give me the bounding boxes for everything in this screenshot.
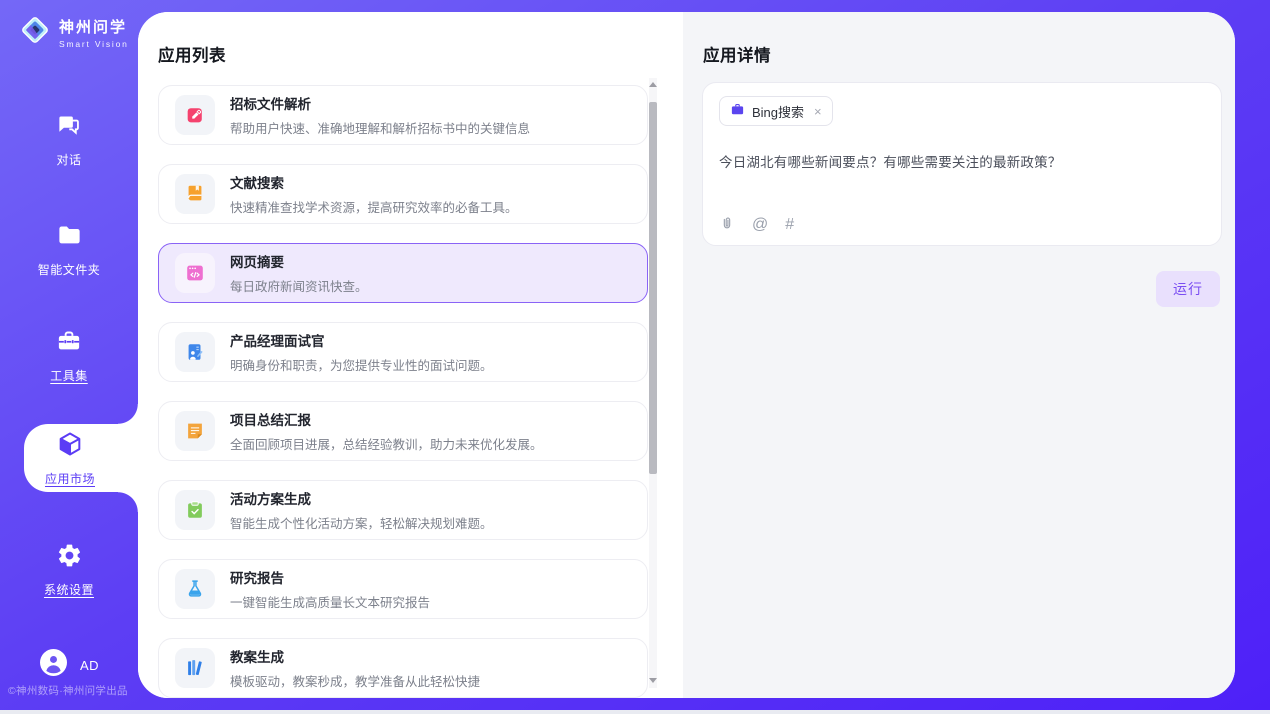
toolbox-icon: [55, 328, 83, 360]
app-card-description: 智能生成个性化活动方案，轻松解决规划难题。: [230, 513, 493, 532]
app-card-description: 每日政府新闻资讯快查。: [230, 276, 368, 295]
app-card-description: 明确身份和职责，为您提供专业性的面试问题。: [230, 355, 493, 374]
sidebar-item-智能文件夹[interactable]: 智能文件夹: [0, 222, 138, 278]
scrollbar[interactable]: [649, 78, 657, 688]
sidebar-item-label: 应用市场: [45, 470, 95, 487]
folder-icon: [56, 222, 83, 254]
briefcase-icon: [730, 102, 745, 120]
pen-square-icon: [175, 95, 215, 135]
app-card-招标文件解析[interactable]: 招标文件解析帮助用户快速、准确地理解和解析招标书中的关键信息: [158, 85, 648, 145]
brand-logo: 神州问学 Smart Vision: [18, 13, 129, 52]
sidebar-item-label: 系统设置: [44, 581, 94, 598]
prompt-card: Bing搜索 × 今日湖北有哪些新闻要点？有哪些需要关注的最新政策？ @ #: [702, 82, 1222, 246]
cube-icon: [56, 430, 84, 463]
person-icon: [40, 649, 67, 676]
app-card-教案生成[interactable]: 教案生成模板驱动，教案秒成，教学准备从此轻松快捷: [158, 638, 648, 698]
app-card-title: 招标文件解析: [230, 93, 530, 113]
attachment-icon[interactable]: [719, 214, 735, 233]
gear-icon: [56, 542, 83, 574]
app-card-网页摘要[interactable]: 网页摘要每日政府新闻资讯快查。: [158, 243, 648, 303]
app-detail-title: 应用详情: [703, 42, 771, 66]
brand-logo-icon: [18, 13, 52, 52]
books-icon: [175, 648, 215, 688]
app-card-title: 网页摘要: [230, 251, 368, 271]
app-list-panel: 应用列表 招标文件解析帮助用户快速、准确地理解和解析招标书中的关键信息文献搜索快…: [138, 12, 683, 698]
brand-tagline: Smart Vision: [59, 39, 129, 49]
user-initials: AD: [80, 658, 99, 673]
app-card-产品经理面试官[interactable]: 产品经理面试官明确身份和职责，为您提供专业性的面试问题。: [158, 322, 648, 382]
app-card-title: 文献搜索: [230, 172, 518, 192]
sidebar-item-label: 工具集: [50, 367, 88, 384]
app-card-文献搜索[interactable]: 文献搜索快速精准查找学术资源，提高研究效率的必备工具。: [158, 164, 648, 224]
sidebar-item-工具集[interactable]: 工具集: [0, 328, 138, 384]
app-card-活动方案生成[interactable]: 活动方案生成智能生成个性化活动方案，轻松解决规划难题。: [158, 480, 648, 540]
clipboard-check-icon: [175, 490, 215, 530]
sidebar-item-对话[interactable]: 对话: [0, 112, 138, 168]
app-detail-panel: 应用详情 Bing搜索 × 今日湖北有哪些新闻要点？有哪些需要关注的最新政策？: [683, 12, 1235, 698]
mention-icon[interactable]: @: [752, 217, 768, 233]
app-card-title: 研究报告: [230, 567, 430, 587]
app-card-title: 产品经理面试官: [230, 330, 493, 350]
browser-code-icon: [175, 253, 215, 293]
interviewer-icon: [175, 332, 215, 372]
app-card-title: 活动方案生成: [230, 488, 493, 508]
app-card-description: 一键智能生成高质量长文本研究报告: [230, 592, 430, 611]
content-area: 应用列表 招标文件解析帮助用户快速、准确地理解和解析招标书中的关键信息文献搜索快…: [138, 12, 1235, 698]
run-button[interactable]: 运行: [1156, 271, 1220, 307]
sidebar-item-系统设置[interactable]: 系统设置: [0, 542, 138, 598]
hash-icon[interactable]: #: [785, 217, 794, 233]
scrollbar-down-arrow[interactable]: [649, 676, 657, 686]
avatar: [40, 649, 67, 681]
book-icon: [175, 174, 215, 214]
app-card-研究报告[interactable]: 研究报告一键智能生成高质量长文本研究报告: [158, 559, 648, 619]
scrollbar-thumb[interactable]: [649, 102, 657, 474]
chat-icon: [56, 112, 83, 144]
tag-close-icon[interactable]: ×: [814, 105, 822, 118]
brand-name: 神州问学: [59, 16, 129, 37]
sidebar-item-label: 智能文件夹: [38, 261, 101, 278]
scrollbar-up-arrow[interactable]: [649, 80, 657, 90]
flask-icon: [175, 569, 215, 609]
tool-tag[interactable]: Bing搜索 ×: [719, 96, 833, 126]
app-card-title: 教案生成: [230, 646, 480, 666]
note-icon: [175, 411, 215, 451]
sidebar-item-label: 对话: [56, 151, 81, 168]
app-card-list: 招标文件解析帮助用户快速、准确地理解和解析招标书中的关键信息文献搜索快速精准查找…: [158, 85, 648, 698]
app-window: 神州问学 Smart Vision 对话智能文件夹工具集应用市场系统设置 AD …: [0, 0, 1270, 714]
bottom-edge: [0, 710, 1270, 714]
app-card-description: 全面回顾项目进展，总结经验教训，助力未来优化发展。: [230, 434, 543, 453]
app-card-项目总结汇报[interactable]: 项目总结汇报全面回顾项目进展，总结经验教训，助力未来优化发展。: [158, 401, 648, 461]
tool-tag-label: Bing搜索: [752, 102, 804, 121]
app-list-title: 应用列表: [158, 42, 226, 66]
input-toolbar: @ #: [719, 214, 794, 233]
sidebar-item-应用市场[interactable]: 应用市场: [24, 424, 138, 492]
app-card-description: 快速精准查找学术资源，提高研究效率的必备工具。: [230, 197, 518, 216]
sidebar-footer: ©神州数码·神州问学出品: [8, 683, 128, 698]
app-card-title: 项目总结汇报: [230, 409, 543, 429]
sidebar: 神州问学 Smart Vision 对话智能文件夹工具集应用市场系统设置 AD …: [0, 0, 138, 710]
app-card-description: 帮助用户快速、准确地理解和解析招标书中的关键信息: [230, 118, 530, 137]
query-text[interactable]: 今日湖北有哪些新闻要点？有哪些需要关注的最新政策？: [719, 151, 1205, 171]
user-profile[interactable]: AD: [40, 649, 99, 681]
app-card-description: 模板驱动，教案秒成，教学准备从此轻松快捷: [230, 671, 480, 690]
